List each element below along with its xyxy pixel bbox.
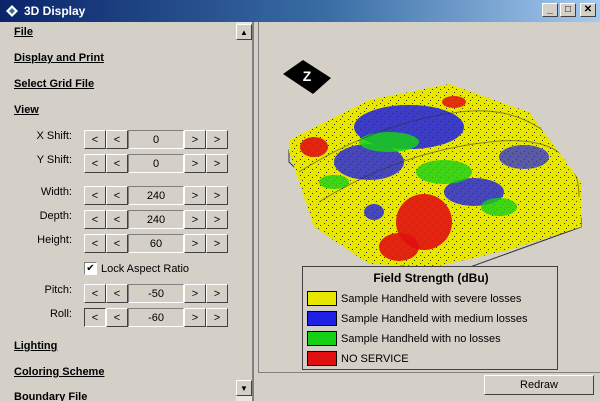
- depth-stepper: < < 240 > >: [84, 210, 228, 229]
- arrow-down-icon: ▼: [240, 383, 248, 393]
- roll-increase-fast[interactable]: >: [206, 308, 228, 327]
- legend-title: Field Strength (dBu): [373, 271, 489, 285]
- height-decrease-fast[interactable]: <: [84, 234, 106, 253]
- menu-file[interactable]: File: [14, 26, 33, 38]
- legend-swatch: [307, 291, 337, 306]
- legend-label: NO SERVICE: [341, 352, 409, 365]
- depth-value[interactable]: 240: [128, 210, 184, 229]
- height-label: Height:: [37, 234, 72, 246]
- pitch-decrease[interactable]: <: [106, 284, 128, 303]
- compass-icon: Z: [283, 60, 331, 94]
- menu-display-print[interactable]: Display and Print: [14, 52, 104, 64]
- y-shift-value[interactable]: 0: [128, 154, 184, 173]
- height-increase-fast[interactable]: >: [206, 234, 228, 253]
- legend: Field Strength (dBu) Sample Handheld wit…: [302, 266, 558, 370]
- scroll-down-button[interactable]: ▼: [236, 380, 252, 396]
- height-decrease[interactable]: <: [106, 234, 128, 253]
- roll-decrease-fast[interactable]: <: [84, 308, 106, 327]
- depth-decrease[interactable]: <: [106, 210, 128, 229]
- width-stepper: < < 240 > >: [84, 186, 228, 205]
- legend-label: Sample Handheld with no losses: [341, 332, 501, 345]
- width-value[interactable]: 240: [128, 186, 184, 205]
- width-decrease[interactable]: <: [106, 186, 128, 205]
- arrow-up-icon: ▲: [240, 27, 248, 37]
- y-shift-decrease-fast[interactable]: <: [84, 154, 106, 173]
- y-shift-decrease[interactable]: <: [106, 154, 128, 173]
- height-stepper: < < 60 > >: [84, 234, 228, 253]
- lock-aspect-row: ✔ Lock Aspect Ratio: [84, 262, 189, 275]
- menu-coloring-scheme[interactable]: Coloring Scheme: [14, 366, 104, 378]
- maximize-button[interactable]: □: [560, 3, 576, 17]
- check-icon: ✔: [86, 262, 95, 274]
- height-value[interactable]: 60: [128, 234, 184, 253]
- width-label: Width:: [40, 186, 72, 198]
- scroll-thumb[interactable]: [236, 40, 252, 380]
- y-shift-increase[interactable]: >: [184, 154, 206, 173]
- y-shift-stepper: < < 0 > >: [84, 154, 228, 173]
- pitch-label: Pitch:: [44, 284, 72, 296]
- legend-swatch: [307, 311, 337, 326]
- depth-label: Depth:: [39, 210, 72, 222]
- panel-scrollbar[interactable]: ▲ ▼: [236, 22, 252, 401]
- menu-boundary-file[interactable]: Boundary File: [14, 391, 87, 401]
- maximize-icon: □: [564, 4, 572, 15]
- compass-letter: Z: [303, 68, 312, 84]
- x-shift-label: X Shift:: [36, 130, 72, 142]
- legend-item-no-service: NO SERVICE: [307, 351, 409, 366]
- menu-select-grid[interactable]: Select Grid File: [14, 78, 94, 90]
- menu-lighting[interactable]: Lighting: [14, 340, 57, 352]
- pitch-increase-fast[interactable]: >: [206, 284, 228, 303]
- scroll-up-button[interactable]: ▲: [236, 24, 252, 40]
- app-icon: [4, 3, 20, 19]
- roll-stepper: < < -60 > >: [84, 308, 228, 327]
- menu-view[interactable]: View: [14, 104, 39, 116]
- width-increase[interactable]: >: [184, 186, 206, 205]
- depth-increase-fast[interactable]: >: [206, 210, 228, 229]
- legend-item-none: Sample Handheld with no losses: [307, 331, 501, 346]
- x-shift-stepper: < < 0 > >: [84, 130, 228, 149]
- pitch-decrease-fast[interactable]: <: [84, 284, 106, 303]
- minimize-button[interactable]: _: [542, 3, 558, 17]
- pitch-stepper: < < -50 > >: [84, 284, 228, 303]
- legend-item-medium: Sample Handheld with medium losses: [307, 311, 527, 326]
- x-shift-increase[interactable]: >: [184, 130, 206, 149]
- depth-increase[interactable]: >: [184, 210, 206, 229]
- pitch-value[interactable]: -50: [128, 284, 184, 303]
- x-shift-increase-fast[interactable]: >: [206, 130, 228, 149]
- y-shift-increase-fast[interactable]: >: [206, 154, 228, 173]
- lock-aspect-checkbox[interactable]: ✔: [84, 262, 97, 275]
- control-panel: File Display and Print Select Grid File …: [0, 22, 252, 401]
- x-shift-value[interactable]: 0: [128, 130, 184, 149]
- redraw-button[interactable]: Redraw: [484, 375, 594, 395]
- depth-decrease-fast[interactable]: <: [84, 210, 106, 229]
- legend-swatch: [307, 331, 337, 346]
- width-decrease-fast[interactable]: <: [84, 186, 106, 205]
- x-shift-decrease-fast[interactable]: <: [84, 130, 106, 149]
- roll-increase[interactable]: >: [184, 308, 206, 327]
- x-shift-decrease[interactable]: <: [106, 130, 128, 149]
- roll-value[interactable]: -60: [128, 308, 184, 327]
- y-shift-label: Y Shift:: [36, 154, 72, 166]
- height-increase[interactable]: >: [184, 234, 206, 253]
- pitch-increase[interactable]: >: [184, 284, 206, 303]
- close-button[interactable]: ✕: [580, 3, 596, 17]
- legend-swatch: [307, 351, 337, 366]
- width-increase-fast[interactable]: >: [206, 186, 228, 205]
- lock-aspect-label: Lock Aspect Ratio: [101, 262, 190, 275]
- close-icon: ✕: [583, 4, 593, 15]
- legend-item-severe: Sample Handheld with severe losses: [307, 291, 521, 306]
- title-bar: 3D Display _ □ ✕: [0, 0, 600, 22]
- window-title: 3D Display: [24, 4, 86, 18]
- roll-label: Roll:: [49, 308, 72, 320]
- legend-label: Sample Handheld with medium losses: [341, 312, 528, 325]
- roll-decrease[interactable]: <: [106, 308, 128, 327]
- legend-label: Sample Handheld with severe losses: [341, 292, 522, 305]
- minimize-icon: _: [547, 4, 553, 15]
